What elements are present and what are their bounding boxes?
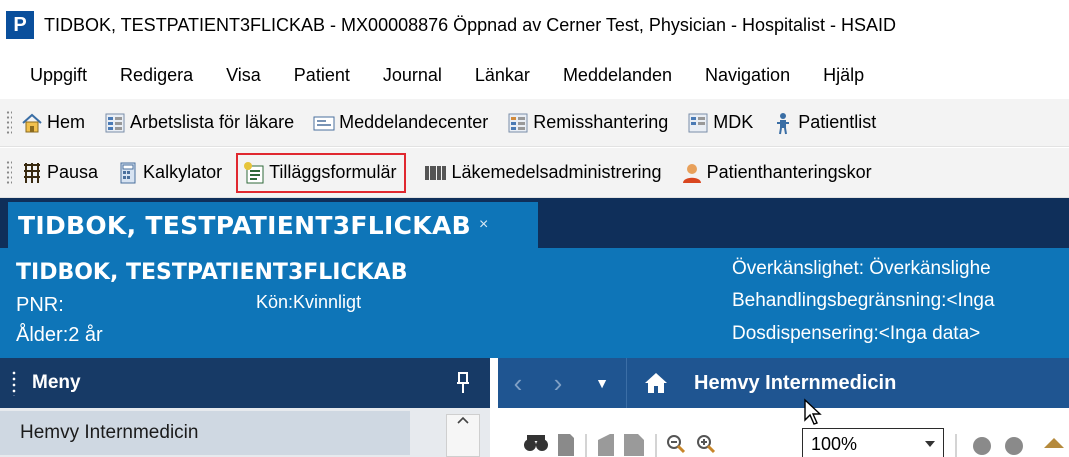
menu-panel-title: Meny: [32, 372, 81, 393]
zoom-in-icon[interactable]: [697, 435, 716, 454]
allergy-info[interactable]: Överkänslighet: Överkänslighe: [732, 258, 991, 280]
calculator-icon: [116, 161, 140, 185]
toolbar-grip[interactable]: [6, 109, 12, 136]
menu-panel-header: Meny: [0, 358, 490, 408]
patient-handling-label: Patienthanteringskor: [706, 162, 872, 182]
menu-hjalp[interactable]: Hjälp: [823, 65, 864, 86]
patient-gender: Kön:Kvinnligt: [256, 292, 362, 312]
patient-list-icon: [771, 111, 795, 135]
mdk-icon: [686, 111, 710, 135]
secondary-toolbar: Pausa Kalkylator Tilläggsformulär Läkeme…: [0, 148, 1069, 198]
message-center-button[interactable]: Meddelandecenter: [312, 107, 488, 139]
menu-navigation[interactable]: Navigation: [705, 65, 790, 86]
worklist-icon: [103, 111, 127, 135]
menu-visa[interactable]: Visa: [226, 65, 261, 86]
toolbar-grip[interactable]: [6, 159, 12, 186]
home-small-icon[interactable]: [1044, 438, 1064, 448]
pin-icon[interactable]: [456, 372, 470, 394]
medication-admin-label: Läkemedelsadministrering: [451, 162, 662, 182]
barcode-icon: [424, 161, 448, 185]
addon-form-icon: [242, 161, 266, 185]
referral-button[interactable]: Remisshantering: [506, 107, 668, 139]
dose-dispensing-info[interactable]: Dosdispensering:<Inga data>: [732, 323, 980, 345]
close-icon[interactable]: ×: [479, 216, 488, 234]
patient-handling-button[interactable]: Patienthanteringskor: [680, 157, 872, 189]
page-icon[interactable]: [558, 434, 574, 456]
worklist-button[interactable]: Arbetslista för läkare: [103, 107, 294, 139]
patient-list-label: Patientlist: [798, 112, 877, 132]
content-toolbar: [498, 408, 1069, 457]
chevron-up-icon: [457, 416, 469, 424]
previous-page-icon[interactable]: [598, 434, 614, 456]
menu-patient[interactable]: Patient: [294, 65, 350, 86]
content-nav-bar: ‹ › ▼ Hemvy Internmedicin: [498, 358, 1069, 408]
panel-grip[interactable]: [12, 370, 16, 396]
menu-bar: Uppgift Redigera Visa Patient Journal Lä…: [0, 52, 1069, 98]
binoculars-icon[interactable]: [524, 435, 548, 451]
panel-divider: [490, 358, 498, 457]
calculator-label: Kalkylator: [143, 162, 223, 182]
home-label: Hem: [47, 112, 86, 132]
calculator-button[interactable]: Kalkylator: [116, 157, 222, 189]
referral-label: Remisshantering: [533, 112, 669, 132]
title-bar: P TIDBOK, TESTPATIENT3FLICKAB - MX000088…: [0, 0, 1069, 50]
zoom-select[interactable]: 100%: [802, 428, 944, 457]
circle-button-icon[interactable]: [1005, 437, 1023, 455]
chevron-down-icon: [925, 441, 935, 447]
person-icon: [680, 161, 704, 185]
menu-lankar[interactable]: Länkar: [475, 65, 530, 86]
message-center-icon: [312, 111, 336, 135]
pause-icon: [20, 161, 44, 185]
menu-journal[interactable]: Journal: [383, 65, 442, 86]
referral-icon: [506, 111, 530, 135]
patient-age: Ålder:2 år: [16, 324, 103, 346]
zoom-value: 100%: [811, 433, 858, 454]
patient-banner: TIDBOK, TESTPATIENT3FLICKAB PNR: Kön:Kvi…: [0, 248, 1069, 358]
circle-button-icon[interactable]: [973, 437, 991, 455]
patient-tab-strip: TIDBOK, TESTPATIENT3FLICKAB ×: [0, 198, 1069, 248]
patient-pnr: PNR:: [16, 294, 64, 316]
content-title: Hemvy Internmedicin: [694, 371, 897, 394]
next-page-icon[interactable]: [624, 434, 644, 456]
app-logo-icon: P: [6, 11, 34, 39]
pause-label: Pausa: [47, 162, 99, 182]
menu-panel-body: Hemvy Internmedicin: [0, 408, 490, 457]
message-center-label: Meddelandecenter: [339, 112, 489, 132]
main-toolbar: Hem Arbetslista för läkare Meddelandecen…: [0, 99, 1069, 147]
patient-tab[interactable]: TIDBOK, TESTPATIENT3FLICKAB ×: [8, 202, 538, 248]
patient-tab-title: TIDBOK, TESTPATIENT3FLICKAB: [18, 210, 471, 240]
home-icon: [20, 111, 44, 135]
treatment-limitation-info[interactable]: Behandlingsbegränsning:<Inga: [732, 290, 995, 312]
menu-item-hemvy[interactable]: Hemvy Internmedicin: [0, 411, 410, 455]
menu-redigera[interactable]: Redigera: [120, 65, 193, 86]
back-arrow-icon[interactable]: ‹: [498, 368, 538, 399]
patient-name: TIDBOK, TESTPATIENT3FLICKAB: [16, 260, 408, 285]
forward-arrow-icon[interactable]: ›: [538, 368, 578, 399]
mdk-label: MDK: [713, 112, 754, 132]
patient-list-button[interactable]: Patientlist: [771, 107, 876, 139]
scroll-up-button[interactable]: [446, 414, 480, 457]
medication-admin-button[interactable]: Läkemedelsadministrering: [424, 157, 662, 189]
menu-uppgift[interactable]: Uppgift: [30, 65, 87, 86]
home-icon[interactable]: [626, 358, 684, 408]
pause-button[interactable]: Pausa: [20, 157, 98, 189]
zoom-out-icon[interactable]: [667, 435, 686, 454]
window-title: TIDBOK, TESTPATIENT3FLICKAB - MX00008876…: [44, 14, 896, 35]
mouse-cursor-icon: [804, 398, 822, 425]
worklist-label: Arbetslista för läkare: [130, 112, 295, 132]
addon-form-button[interactable]: Tilläggsformulär: [236, 152, 407, 193]
menu-meddelanden[interactable]: Meddelanden: [563, 65, 672, 86]
home-button[interactable]: Hem: [20, 107, 85, 139]
mdk-button[interactable]: MDK: [686, 107, 753, 139]
chevron-down-icon[interactable]: ▼: [578, 375, 626, 391]
addon-form-label: Tilläggsformulär: [269, 162, 397, 182]
